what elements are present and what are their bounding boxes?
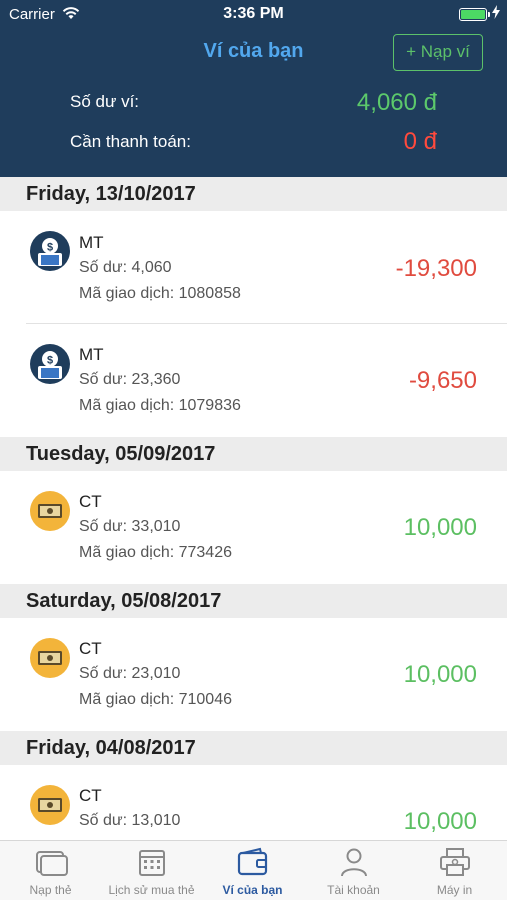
amount-due-value: 0 đ [403,128,437,155]
transaction-amount: 10,000 [403,661,477,688]
transaction-row[interactable]: $ MT Số dư: 4,060 Mã giao dịch: 1080858 … [0,211,507,324]
transaction-name: MT [79,345,104,364]
transaction-balance: Số dư: 23,010 [79,665,181,682]
amount-due-label: Cần thanh toán: [70,132,191,151]
charging-bolt-icon [492,5,500,22]
transaction-name: CT [79,786,102,805]
transaction-code: Mã giao dịch: 773426 [79,544,232,561]
banknote-icon [30,785,70,825]
status-time: 3:36 PM [223,5,284,22]
header: Carrier 3:36 PM Ví của bạn + Nạp ví Số d… [0,0,507,177]
transaction-row[interactable]: $ MT Số dư: 23,360 Mã giao dịch: 1079836… [0,324,507,437]
wallet-balance-label: Số dư ví: [70,92,140,111]
transaction-name: CT [79,639,102,658]
tab-account[interactable]: Tài khoản [303,841,404,900]
banknote-icon [30,491,70,531]
transaction-amount: 10,000 [403,808,477,835]
money-bag-icon: $ [30,231,70,271]
printer-icon [438,847,472,877]
tab-wallet[interactable]: Ví của bạn [202,841,303,900]
card-icon [34,847,68,877]
transaction-code: Mã giao dịch: 710046 [79,691,232,708]
tab-label: Ví của bạn [222,883,283,897]
person-icon [337,847,371,877]
transaction-row[interactable]: CT Số dư: 23,010 Mã giao dịch: 710046 10… [0,618,507,731]
banknote-icon [30,638,70,678]
tab-purchase-history[interactable]: Lịch sử mua thẻ [101,841,202,900]
status-bar: Carrier 3:36 PM [0,0,507,28]
tab-topup-card[interactable]: Nạp thẻ [0,841,101,900]
svg-text:$: $ [47,355,53,367]
transaction-amount: -9,650 [408,367,477,394]
transaction-code: Mã giao dịch: 1080858 [79,285,241,302]
calendar-icon [135,847,169,877]
transaction-balance: Số dư: 23,360 [79,371,181,388]
section-date-header: Saturday, 05/08/2017 [0,584,507,618]
section-date-header: Tuesday, 05/09/2017 [0,437,507,471]
battery-tip [488,12,490,17]
transaction-balance: Số dư: 4,060 [79,259,172,276]
tab-label: Lịch sử mua thẻ [108,883,195,897]
tab-printer[interactable]: Máy in [404,841,505,900]
transaction-code: Mã giao dịch: 1079836 [79,397,241,414]
battery-icon [459,8,487,21]
transaction-amount: -19,300 [395,255,477,282]
transaction-balance: Số dư: 13,010 [79,812,181,829]
transaction-row[interactable]: CT Số dư: 13,010 10,000 [0,765,507,840]
section-date-header: Friday, 13/10/2017 [0,177,507,211]
tab-label: Nạp thẻ [29,883,72,897]
transaction-name: CT [79,492,102,511]
tab-bar: Nạp thẻ Lịch sử mua thẻ Ví của bạn Tài k… [0,840,507,900]
money-bag-icon: $ [30,344,70,384]
transaction-row[interactable]: CT Số dư: 33,010 Mã giao dịch: 773426 10… [0,471,507,584]
topup-wallet-button[interactable]: + Nạp ví [393,34,483,71]
section-date-header: Friday, 04/08/2017 [0,731,507,765]
svg-text:$: $ [47,242,53,254]
wallet-balance-value: 4,060 đ [356,89,437,116]
wallet-icon [236,847,270,877]
tab-label: Máy in [436,883,473,897]
transaction-name: MT [79,233,104,252]
transaction-list[interactable]: Friday, 13/10/2017 $ MT Số dư: 4,060 Mã … [0,177,507,840]
transaction-amount: 10,000 [403,514,477,541]
transaction-balance: Số dư: 33,010 [79,518,181,535]
tab-label: Tài khoản [327,883,380,897]
